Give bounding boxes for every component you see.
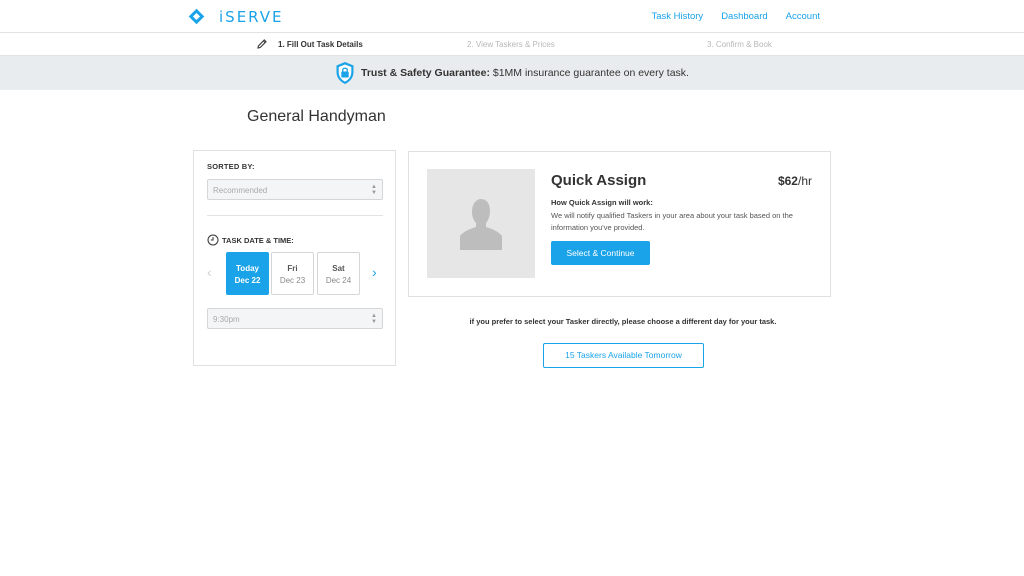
nav-account-link[interactable]: Account [786, 11, 820, 22]
user-silhouette-icon [460, 198, 502, 250]
brand-name: iSERVE [219, 8, 284, 26]
choose-day-hint: if you prefer to select your Tasker dire… [469, 317, 777, 326]
clock-icon [207, 234, 219, 246]
select-arrows-icon: ▲ ▼ [371, 184, 377, 196]
task-date-time-label: TASK DATE & TIME: [222, 235, 294, 245]
quick-assign-card: Quick Assign $62/hr How Quick Assign wil… [408, 151, 831, 297]
day-name: Fri [287, 264, 298, 273]
step-view-taskers: 2. View Taskers & Prices [467, 40, 555, 49]
sorted-by-label: SORTED BY: [207, 162, 255, 171]
time-select[interactable]: 9:30pm ▲ ▼ [207, 308, 383, 329]
prev-days-chevron-icon[interactable]: ‹ [207, 265, 212, 279]
trust-safety-banner: Trust & Safety Guarantee: $1MM insurance… [0, 56, 1024, 90]
progress-steps: 1. Fill Out Task Details 2. View Taskers… [0, 33, 1024, 56]
day-date: Dec 22 [234, 276, 261, 285]
select-arrows-icon: ▲ ▼ [371, 313, 377, 325]
top-navbar: iSERVE Task History Dashboard Account [0, 0, 1024, 33]
nav-task-history-link[interactable]: Task History [651, 11, 703, 22]
day-name: Today [236, 264, 259, 273]
brand-logo[interactable]: iSERVE [188, 8, 284, 26]
avatar-placeholder [427, 169, 535, 278]
day-option-today[interactable]: Today Dec 22 [226, 252, 269, 295]
diamond-logo-icon [188, 8, 205, 25]
day-name: Sat [332, 264, 345, 273]
price-value: $62 [777, 174, 798, 188]
day-date: Dec 23 [279, 276, 306, 285]
hourly-price: $62/hr [778, 174, 812, 188]
price-unit: /hr [797, 174, 812, 188]
nav-dashboard-link[interactable]: Dashboard [721, 11, 767, 22]
how-it-works-title: How Quick Assign will work: [551, 198, 653, 207]
banner-text: $1MM insurance guarantee on every task. [489, 67, 689, 79]
day-option-fri[interactable]: Fri Dec 23 [271, 252, 314, 295]
divider [207, 215, 383, 216]
next-days-chevron-icon[interactable]: › [372, 265, 377, 279]
filter-panel: SORTED BY: Recommended ▲ ▼ TASK DATE & TI… [193, 150, 396, 366]
day-option-sat[interactable]: Sat Dec 24 [317, 252, 360, 295]
how-it-works-description: We will notify qualified Taskers in your… [551, 211, 793, 232]
step-fill-out-details: 1. Fill Out Task Details [278, 40, 363, 49]
sort-select[interactable]: Recommended ▲ ▼ [207, 179, 383, 200]
page-title: General Handyman [247, 108, 386, 125]
pencil-icon [257, 39, 267, 49]
banner-bold-text: Trust & Safety Guarantee: [361, 67, 490, 79]
sort-select-value: Recommended [213, 186, 268, 195]
select-continue-button[interactable]: Select & Continue [551, 241, 650, 265]
shield-lock-icon [336, 62, 354, 84]
step-confirm-book: 3. Confirm & Book [707, 40, 772, 49]
time-select-value: 9:30pm [213, 315, 240, 324]
day-date: Dec 24 [325, 276, 352, 285]
taskers-available-tomorrow-button[interactable]: 15 Taskers Available Tomorrow [543, 343, 704, 368]
quick-assign-title: Quick Assign [551, 172, 647, 189]
